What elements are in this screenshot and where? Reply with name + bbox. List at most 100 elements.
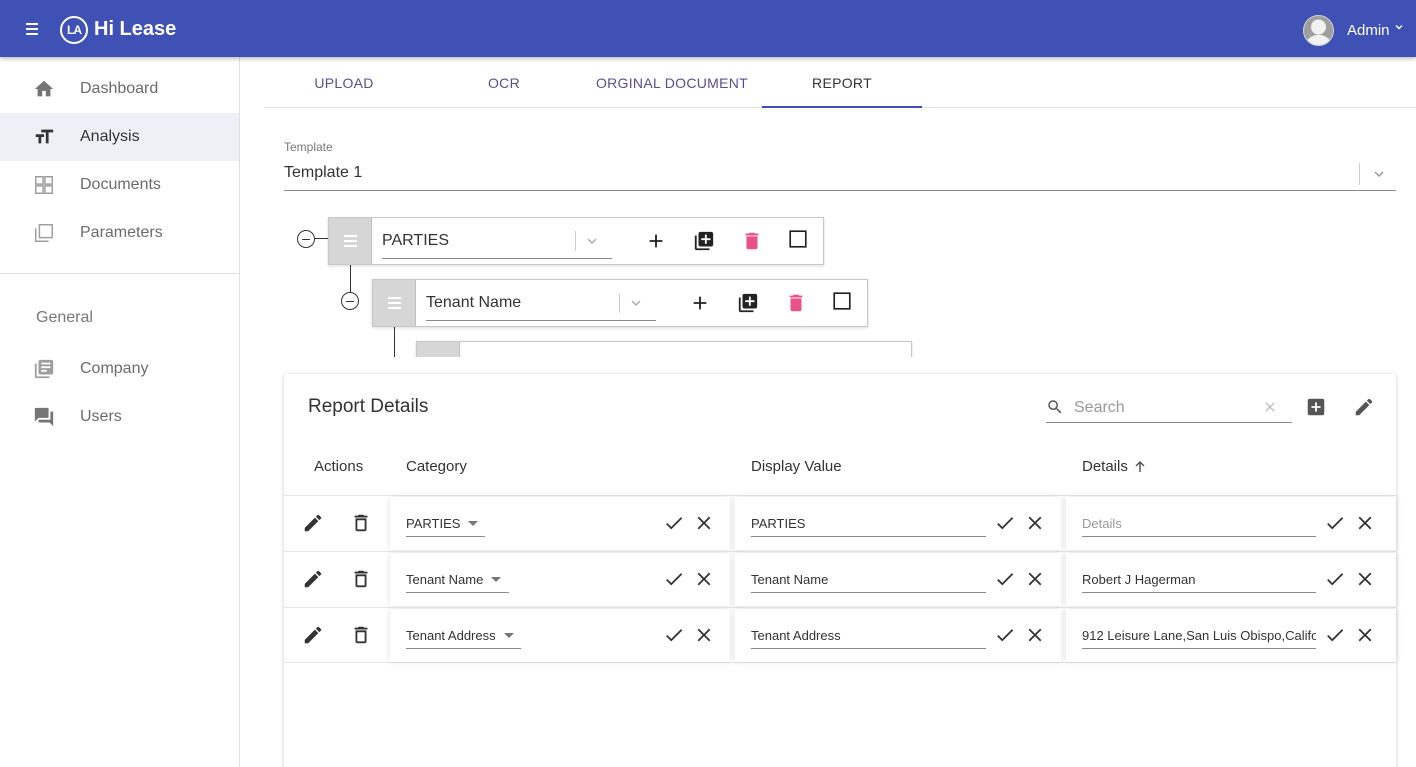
check-icon[interactable] (1324, 512, 1346, 534)
edit-icon[interactable] (302, 568, 324, 590)
sidebar-item-parameters[interactable]: Parameters (0, 209, 239, 257)
close-icon[interactable] (693, 568, 715, 590)
sidebar-item-label: Analysis (80, 128, 140, 145)
category-value: Tenant Name (406, 572, 484, 587)
node-category-select[interactable]: Tenant Name (426, 289, 656, 321)
table-row: Tenant Name Tenant Name Robert J Hagerma… (284, 551, 1396, 607)
sidebar: Dashboard Analysis Documents Parameters … (0, 57, 240, 767)
chevron-down-icon[interactable] (630, 297, 642, 309)
template-label: Template (284, 140, 333, 154)
collapse-icon[interactable] (297, 230, 315, 248)
clear-icon[interactable] (1262, 399, 1278, 415)
details-input[interactable]: Details (1082, 511, 1316, 537)
list-box-icon (34, 359, 54, 379)
select-separator (1359, 163, 1360, 185)
chevron-down-icon[interactable] (1372, 167, 1386, 181)
edit-icon[interactable] (1353, 396, 1375, 418)
category-tree: PARTIES Tenant Name (284, 217, 944, 357)
check-icon[interactable] (663, 512, 685, 534)
add-child-icon[interactable] (693, 230, 715, 252)
tab-upload[interactable]: UPLOAD (264, 57, 424, 108)
home-icon (34, 80, 54, 97)
user-menu-button[interactable]: Admin (1347, 22, 1390, 39)
category-select[interactable]: PARTIES (406, 511, 485, 537)
column-header-display-value[interactable]: Display Value (751, 458, 842, 475)
check-icon[interactable] (1324, 568, 1346, 590)
table-row: Tenant Address Tenant Address 912 Leisur… (284, 607, 1396, 663)
sidebar-item-dashboard[interactable]: Dashboard (0, 65, 239, 113)
close-icon[interactable] (693, 512, 715, 534)
sidebar-item-company[interactable]: Company (0, 345, 239, 393)
grid-icon (35, 176, 53, 194)
node-value: Tenant Name (426, 294, 522, 311)
template-select[interactable]: Template 1 (284, 157, 1396, 191)
add-row-icon[interactable] (1305, 396, 1327, 418)
details-input[interactable]: 912 Leisure Lane,San Luis Obispo,Califor… (1082, 623, 1316, 649)
check-icon[interactable] (663, 624, 685, 646)
trash-icon[interactable] (350, 512, 372, 534)
chevron-down-icon[interactable] (1394, 22, 1404, 32)
report-details-card: Report Details Actions Category Display … (284, 374, 1396, 767)
tree-node-tenant-name: Tenant Name (372, 279, 868, 327)
sidebar-item-documents[interactable]: Documents (0, 161, 239, 209)
tab-original-document[interactable]: ORGINAL DOCUMENT (592, 57, 752, 108)
category-select[interactable]: Tenant Name (406, 567, 509, 593)
trash-icon[interactable] (350, 624, 372, 646)
sidebar-item-analysis[interactable]: Analysis (0, 113, 239, 161)
close-icon[interactable] (1024, 512, 1046, 534)
check-icon[interactable] (994, 624, 1016, 646)
delete-icon[interactable] (741, 230, 763, 252)
category-cell: Tenant Address (390, 609, 730, 662)
display-value: PARTIES (751, 516, 806, 531)
close-icon[interactable] (693, 624, 715, 646)
delete-icon[interactable] (785, 292, 807, 314)
checkbox-icon[interactable] (831, 290, 853, 312)
collapse-icon[interactable] (341, 292, 359, 310)
check-icon[interactable] (994, 512, 1016, 534)
search-input[interactable] (1074, 397, 1254, 419)
check-icon[interactable] (994, 568, 1016, 590)
display-value-input[interactable]: Tenant Address (751, 623, 986, 649)
display-value: Tenant Name (751, 572, 829, 587)
node-category-select[interactable]: PARTIES (382, 227, 612, 259)
menu-icon[interactable] (22, 18, 44, 40)
edit-icon[interactable] (302, 624, 324, 646)
checkbox-icon[interactable] (787, 228, 809, 250)
drag-handle-icon[interactable] (417, 342, 460, 357)
drag-handle-icon[interactable] (329, 218, 372, 264)
trash-icon[interactable] (350, 568, 372, 590)
display-value-input[interactable]: Tenant Name (751, 567, 986, 593)
display-value-input[interactable]: PARTIES (751, 511, 986, 537)
close-icon[interactable] (1354, 624, 1376, 646)
drag-handle-icon[interactable] (373, 280, 416, 326)
close-icon[interactable] (1024, 568, 1046, 590)
category-select[interactable]: Tenant Address (406, 623, 521, 649)
column-header-category[interactable]: Category (406, 458, 467, 475)
check-icon[interactable] (663, 568, 685, 590)
column-header-actions: Actions (314, 458, 364, 475)
close-icon[interactable] (1024, 624, 1046, 646)
chevron-down-icon[interactable] (586, 235, 598, 247)
tab-ocr[interactable]: OCR (424, 57, 584, 108)
add-icon[interactable] (689, 292, 711, 314)
add-icon[interactable] (645, 230, 667, 252)
add-child-icon[interactable] (737, 292, 759, 314)
logo-mark: LA (60, 16, 88, 44)
column-header-details[interactable]: Details (1082, 458, 1146, 475)
close-icon[interactable] (1354, 512, 1376, 534)
category-cell: PARTIES (390, 497, 730, 550)
avatar[interactable] (1303, 15, 1334, 46)
select-separator (575, 231, 576, 251)
template-value: Template 1 (284, 164, 363, 181)
tree-node-parties: PARTIES (328, 217, 824, 265)
display-value: Tenant Address (751, 628, 841, 643)
check-icon[interactable] (1324, 624, 1346, 646)
display-value-cell: PARTIES (735, 497, 1061, 550)
edit-icon[interactable] (302, 512, 324, 534)
details-input[interactable]: Robert J Hagerman (1082, 567, 1316, 593)
tab-report[interactable]: REPORT (762, 57, 922, 108)
arrow-up-icon[interactable] (1134, 460, 1146, 473)
details-cell: 912 Leisure Lane,San Luis Obispo,Califor… (1066, 609, 1396, 662)
close-icon[interactable] (1354, 568, 1376, 590)
sidebar-item-users[interactable]: Users (0, 393, 239, 441)
